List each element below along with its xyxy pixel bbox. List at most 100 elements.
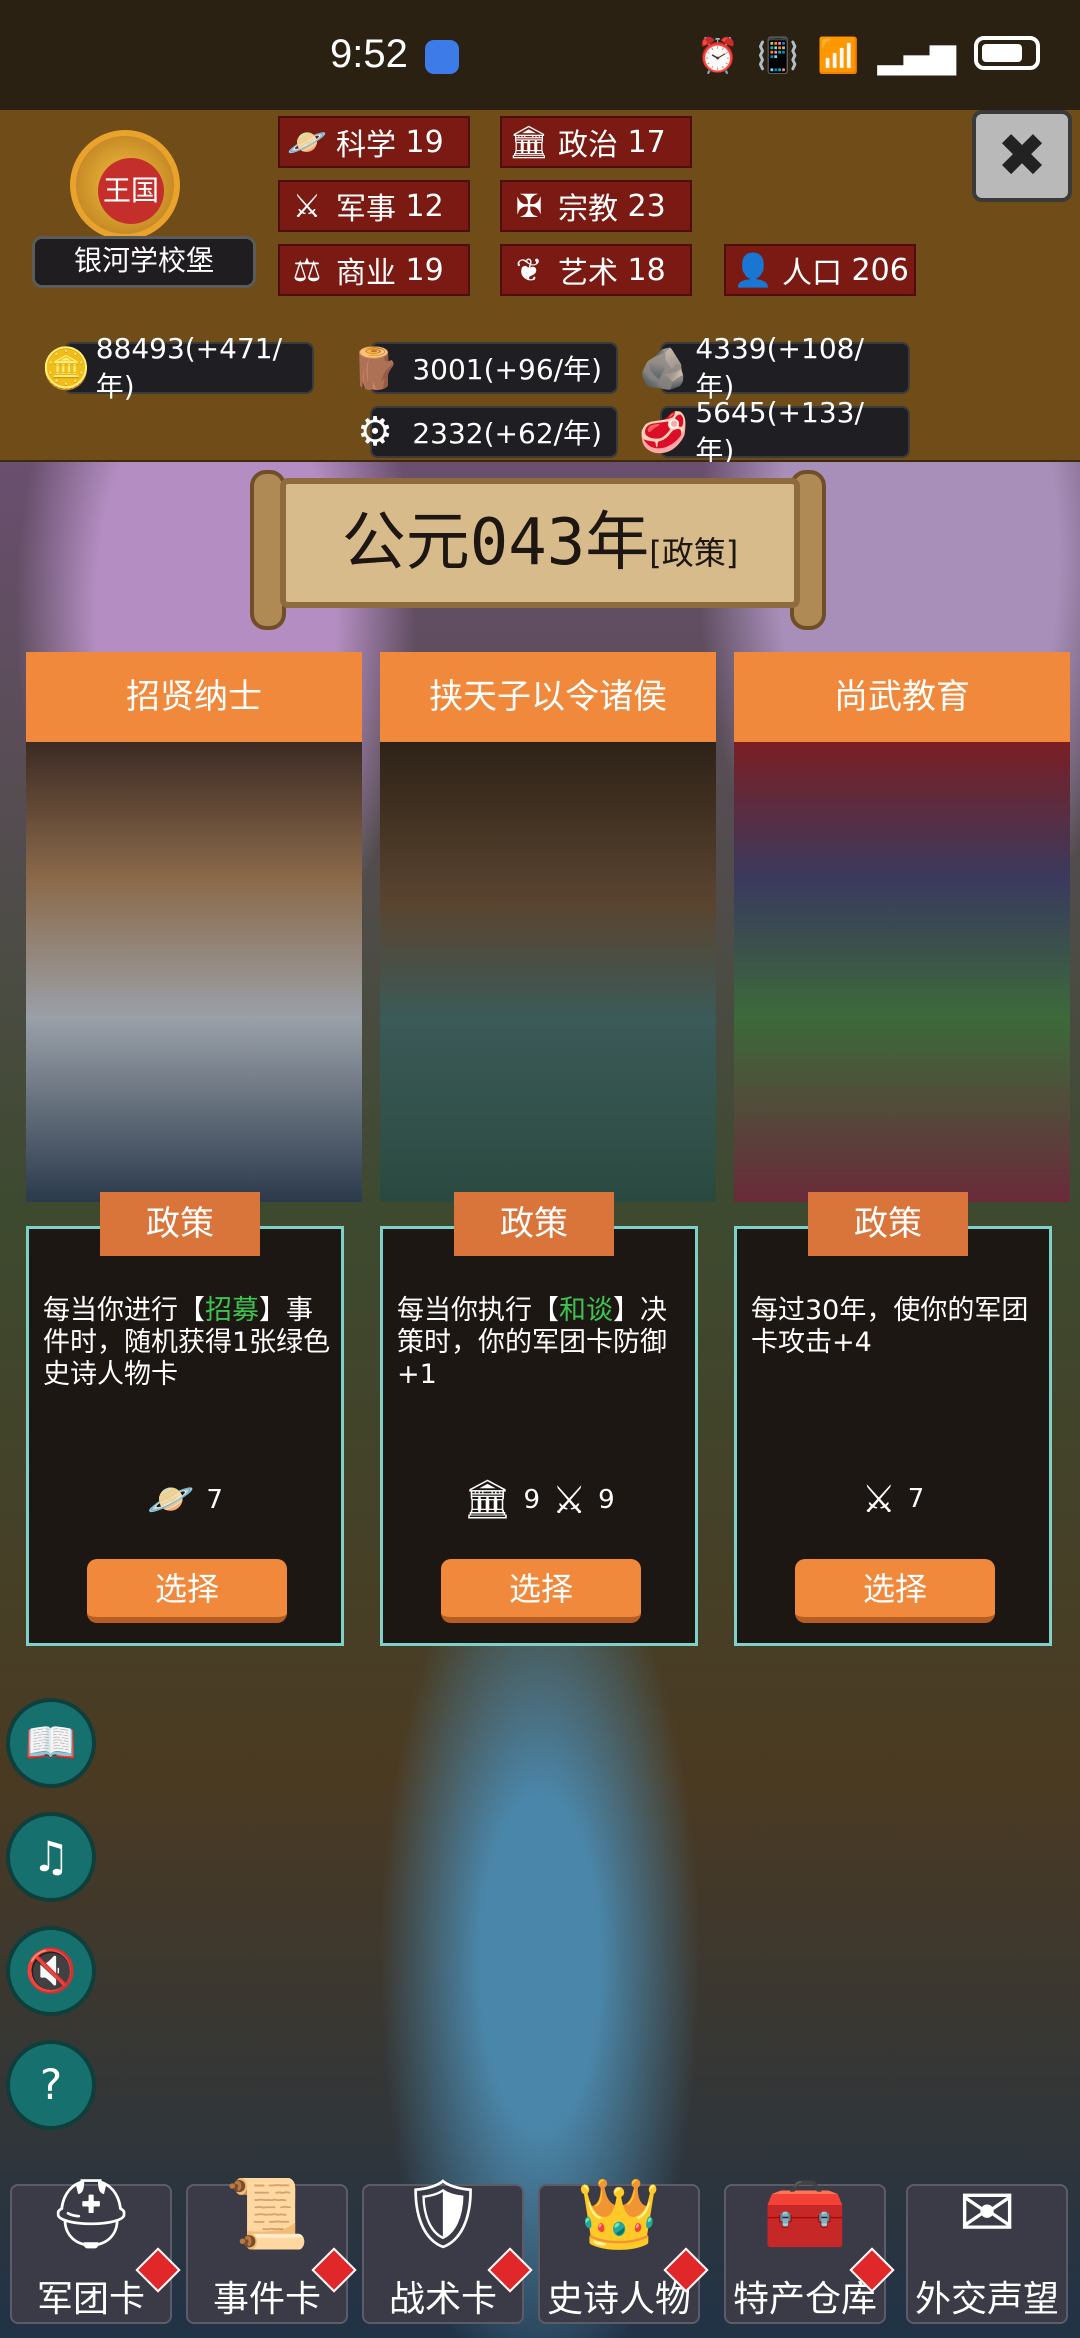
planet-icon: 🪐 [147, 1477, 195, 1521]
card-title: 挟天子以令诸侯 [429, 677, 667, 717]
crown-icon: 👑 [576, 2175, 662, 2254]
bottom-nav: ⛑ 军团卡 📜 事件卡 🛡 战术卡 👑 史诗人物 🧰 特产仓库 ✉ 外交声望 [0, 2170, 1080, 2338]
card-description: 每当你进行【招募】事件时，随机获得1张绿色史诗人物卡 [43, 1295, 331, 1390]
crossed-swords-icon: ⚔ [552, 1477, 587, 1522]
stat-value: 19 [405, 124, 444, 160]
sound-toggle-button[interactable]: 🔇 [6, 1926, 96, 2016]
status-time: 9:52 [330, 32, 408, 76]
stat-label: 人口 [782, 256, 842, 291]
card-cost: ⚔ 7 [737, 1477, 1049, 1521]
letter-icon: ✉ [958, 2174, 1016, 2253]
stat-science[interactable]: 🪐 科学 19 [278, 116, 470, 168]
status-icons: ⏰ 📳 📶 ▂▄▆ [697, 36, 1040, 76]
helmet-icon: ⛑ [47, 2175, 135, 2254]
policy-card[interactable]: 每当你执行【和谈】决策时，你的军团卡防御+1 🏛 9 ⚔ 9 选择 [380, 1226, 698, 1646]
stat-value: 206 [851, 252, 909, 288]
resource-meat[interactable]: 🥩 5645(+133/年) [639, 396, 910, 467]
policy-card[interactable]: 每过30年，使你的军团卡攻击+4 ⚔ 7 选择 [734, 1226, 1052, 1646]
resource-stone[interactable]: 🪨 4339(+108/年) [639, 332, 910, 403]
card-cost: 🏛 9 ⚔ 9 [383, 1477, 695, 1522]
card-header: 尚武教育 [734, 652, 1070, 742]
nav-event-cards[interactable]: 📜 事件卡 [186, 2175, 357, 2324]
resource-text: 88493(+471/年) [95, 331, 283, 403]
scroll-icon: 📜 [224, 2175, 310, 2254]
crossed-swords-icon: ⚔ [292, 187, 322, 225]
resource-tech[interactable]: ⚙ 2332(+62/年) [357, 406, 618, 458]
emblem-label: 王国 [98, 158, 164, 224]
resource-text: 2332(+62/年) [412, 417, 602, 450]
stat-label: 宗教 [558, 192, 618, 227]
stat-art[interactable]: ❦ 艺术 18 [500, 244, 692, 296]
stat-label: 政治 [558, 128, 618, 163]
music-toggle-button[interactable]: ♫ [6, 1812, 96, 1902]
scales-icon: ⚖ [292, 251, 322, 289]
card-art-throne [380, 742, 716, 1202]
card-art-scholars [26, 742, 362, 1202]
nav-specialty-warehouse[interactable]: 🧰 特产仓库 [724, 2175, 895, 2324]
signal-icon: ▂▄▆ [877, 36, 956, 76]
close-button[interactable]: ✖ [972, 110, 1072, 202]
card-tag: 政策 [808, 1192, 968, 1256]
crown-icon: 王国 [70, 130, 180, 240]
government-icon: 🏛 [463, 1477, 512, 1521]
card-title: 尚武教育 [834, 677, 970, 717]
person-icon: 👤 [733, 251, 773, 289]
year-banner: 公元043年[政策] [280, 478, 800, 608]
card-title: 招贤纳士 [126, 677, 262, 717]
vibrate-icon: 📳 [756, 36, 800, 76]
stat-military[interactable]: ⚔ 军事 12 [278, 180, 470, 232]
card-tag: 政策 [100, 1192, 260, 1256]
religion-icon: ✠ [515, 187, 543, 225]
wood-icon: 🪵 [350, 345, 400, 392]
stat-commerce[interactable]: ⚖ 商业 19 [278, 244, 470, 296]
resource-wood[interactable]: 🪵 3001(+96/年) [350, 342, 618, 394]
nav-legion-cards[interactable]: ⛑ 军团卡 [10, 2175, 181, 2324]
stone-icon: 🪨 [638, 345, 689, 392]
stat-religion[interactable]: ✠ 宗教 23 [500, 180, 692, 232]
card-art-training [734, 742, 1070, 1202]
stat-label: 商业 [336, 256, 396, 291]
stat-value: 18 [627, 252, 666, 288]
alarm-icon: ⏰ [696, 36, 739, 76]
book-icon: 📖 [24, 1718, 78, 1767]
sound-off-icon: 🔇 [24, 1946, 78, 1995]
nav-tactic-cards[interactable]: 🛡 战术卡 [362, 2175, 533, 2324]
stat-value: 12 [405, 188, 444, 224]
coins-icon: 🪙 [40, 345, 91, 392]
resource-text: 4339(+108/年) [695, 331, 864, 403]
status-bar: 9:52 ⏰ 📳 📶 ▂▄▆ [0, 0, 1080, 110]
resource-gold[interactable]: 🪙 88493(+471/年) [41, 332, 314, 403]
nav-label: 外交声望 [914, 2279, 1059, 2320]
card-description: 每过30年，使你的军团卡攻击+4 [751, 1295, 1029, 1358]
cost-value: 7 [907, 1484, 925, 1514]
kingdom-emblem[interactable]: 王国 [60, 130, 220, 250]
stat-politics[interactable]: 🏛 政治 17 [500, 116, 692, 168]
select-button[interactable]: 选择 [87, 1559, 287, 1623]
card-cost: 🪐 7 [29, 1477, 341, 1522]
stat-value: 17 [627, 124, 666, 160]
book-button[interactable]: 📖 [6, 1698, 96, 1788]
card-description: 每当你执行【和谈】决策时，你的军团卡防御+1 [397, 1295, 667, 1390]
meat-icon: 🥩 [638, 409, 689, 456]
help-button[interactable]: ? [6, 2040, 96, 2130]
stat-label: 军事 [336, 192, 396, 227]
select-button[interactable]: 选择 [441, 1559, 641, 1623]
battery-icon [974, 36, 1040, 70]
planet-icon: 🪐 [287, 123, 327, 161]
stat-population[interactable]: 👤 人口 206 [724, 244, 916, 296]
kingdom-header: 王国 银河学校堡 🪐 科学 19 🏛 政治 17 ⚔ 军事 12 ✠ 宗教 23… [0, 110, 1080, 467]
cost-value: 7 [206, 1484, 223, 1515]
select-button[interactable]: 选择 [795, 1559, 995, 1623]
government-icon: 🏛 [508, 123, 550, 161]
resource-text: 5645(+133/年) [695, 395, 864, 467]
music-off-icon: ♫ [32, 1832, 70, 1881]
nav-diplomacy[interactable]: ✉ 外交声望 [906, 2174, 1068, 2324]
card-header: 挟天子以令诸侯 [380, 652, 716, 742]
card-tag: 政策 [454, 1192, 614, 1256]
nav-epic-characters[interactable]: 👑 史诗人物 [538, 2175, 709, 2324]
chest-icon: 🧰 [762, 2175, 848, 2254]
resource-text: 3001(+96/年) [412, 353, 602, 386]
tech-icon: ⚙ [357, 409, 393, 455]
policy-card[interactable]: 每当你进行【招募】事件时，随机获得1张绿色史诗人物卡 🪐 7 选择 [26, 1226, 344, 1646]
app-notification-icon [425, 40, 459, 74]
